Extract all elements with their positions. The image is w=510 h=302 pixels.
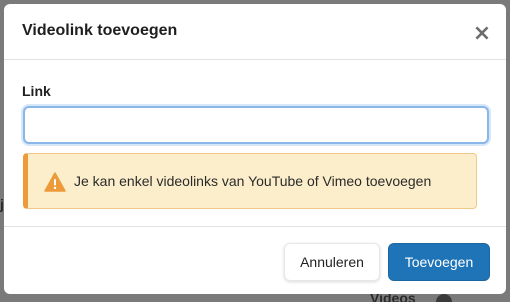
warning-icon <box>44 172 66 192</box>
link-field-label: Link <box>22 83 51 99</box>
link-input[interactable] <box>23 106 489 144</box>
dialog-title: Videolink toevoegen <box>22 22 178 39</box>
dialog-header: Videolink toevoegen × <box>4 4 506 60</box>
background-help-icon <box>436 294 452 302</box>
cancel-button[interactable]: Annuleren <box>284 243 380 281</box>
warning-message: Je kan enkel videolinks van YouTube of V… <box>74 173 432 189</box>
add-videolink-dialog: Videolink toevoegen × Link Je kan enkel … <box>4 4 506 294</box>
add-button[interactable]: Toevoegen <box>388 243 490 281</box>
dialog-footer: Annuleren Toevoegen <box>4 226 506 294</box>
warning-alert: Je kan enkel videolinks van YouTube of V… <box>23 153 477 209</box>
close-icon[interactable]: × <box>470 22 494 46</box>
